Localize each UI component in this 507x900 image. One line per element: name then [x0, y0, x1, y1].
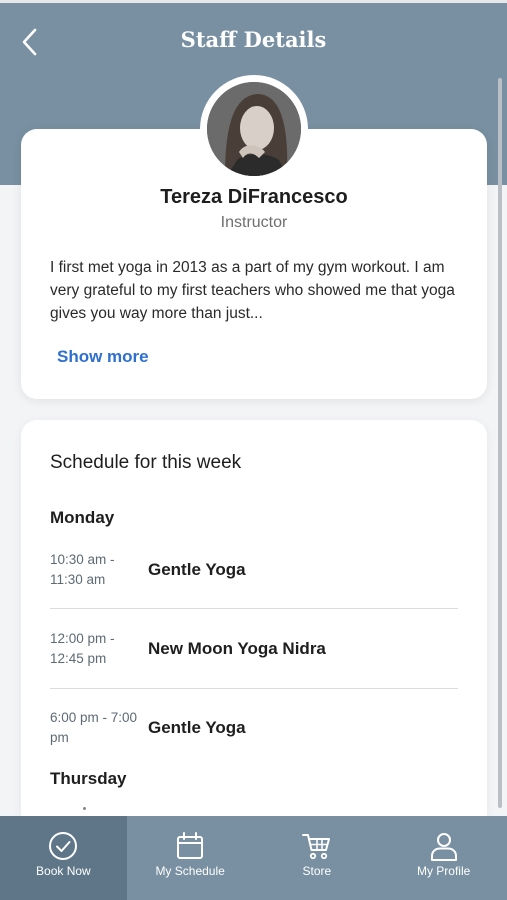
class-name: Gentle Yoga — [148, 718, 246, 737]
show-more-link[interactable]: Show more — [57, 347, 149, 367]
cart-icon — [301, 834, 330, 860]
check-circle-icon — [49, 832, 78, 860]
bottom-tab-bar: Book Now My Schedule Store My Profile — [0, 816, 507, 900]
staff-role: Instructor — [220, 214, 288, 231]
tab-label: Store — [302, 864, 332, 878]
tab-label: Book Now — [36, 864, 91, 878]
day-label: Thursday — [50, 769, 127, 788]
class-time: 12:00 pm - 12:45 pm — [50, 631, 115, 666]
staff-name: Tereza DiFrancesco — [160, 186, 348, 208]
avatar — [200, 75, 308, 183]
tab-my-schedule[interactable]: My Schedule — [127, 816, 254, 900]
schedule-card: Schedule for this week Monday 10:30 am -… — [21, 420, 487, 816]
tab-store[interactable]: Store — [254, 816, 381, 900]
tab-my-profile[interactable]: My Profile — [380, 816, 507, 900]
class-row[interactable]: 10:30 am - 11:30 am Gentle Yoga — [50, 550, 458, 610]
avatar-photo — [207, 82, 301, 176]
day-label: Monday — [50, 508, 115, 527]
class-name: Gentle Yoga — [148, 560, 246, 579]
divider — [50, 608, 458, 609]
clipped-content — [83, 807, 86, 810]
schedule-title: Schedule for this week — [50, 452, 242, 473]
page-title: Staff Details — [180, 27, 327, 52]
class-time: 6:00 pm - 7:00 pm — [50, 710, 138, 745]
calendar-icon — [177, 832, 204, 859]
class-time: 10:30 am - 11:30 am — [50, 552, 115, 587]
tab-label: My Profile — [416, 864, 471, 878]
staff-bio: I first met yoga in 2013 as a part of my… — [50, 259, 455, 322]
scrollbar[interactable] — [498, 78, 502, 808]
divider — [50, 688, 458, 689]
class-row[interactable]: 12:00 pm - 12:45 pm New Moon Yoga Nidra — [50, 629, 458, 689]
person-icon — [430, 833, 457, 861]
class-name: New Moon Yoga Nidra — [148, 639, 326, 658]
tab-label: My Schedule — [155, 864, 225, 878]
tab-book-now[interactable]: Book Now — [0, 816, 127, 900]
class-row[interactable]: 6:00 pm - 7:00 pm Gentle Yoga — [50, 708, 458, 768]
